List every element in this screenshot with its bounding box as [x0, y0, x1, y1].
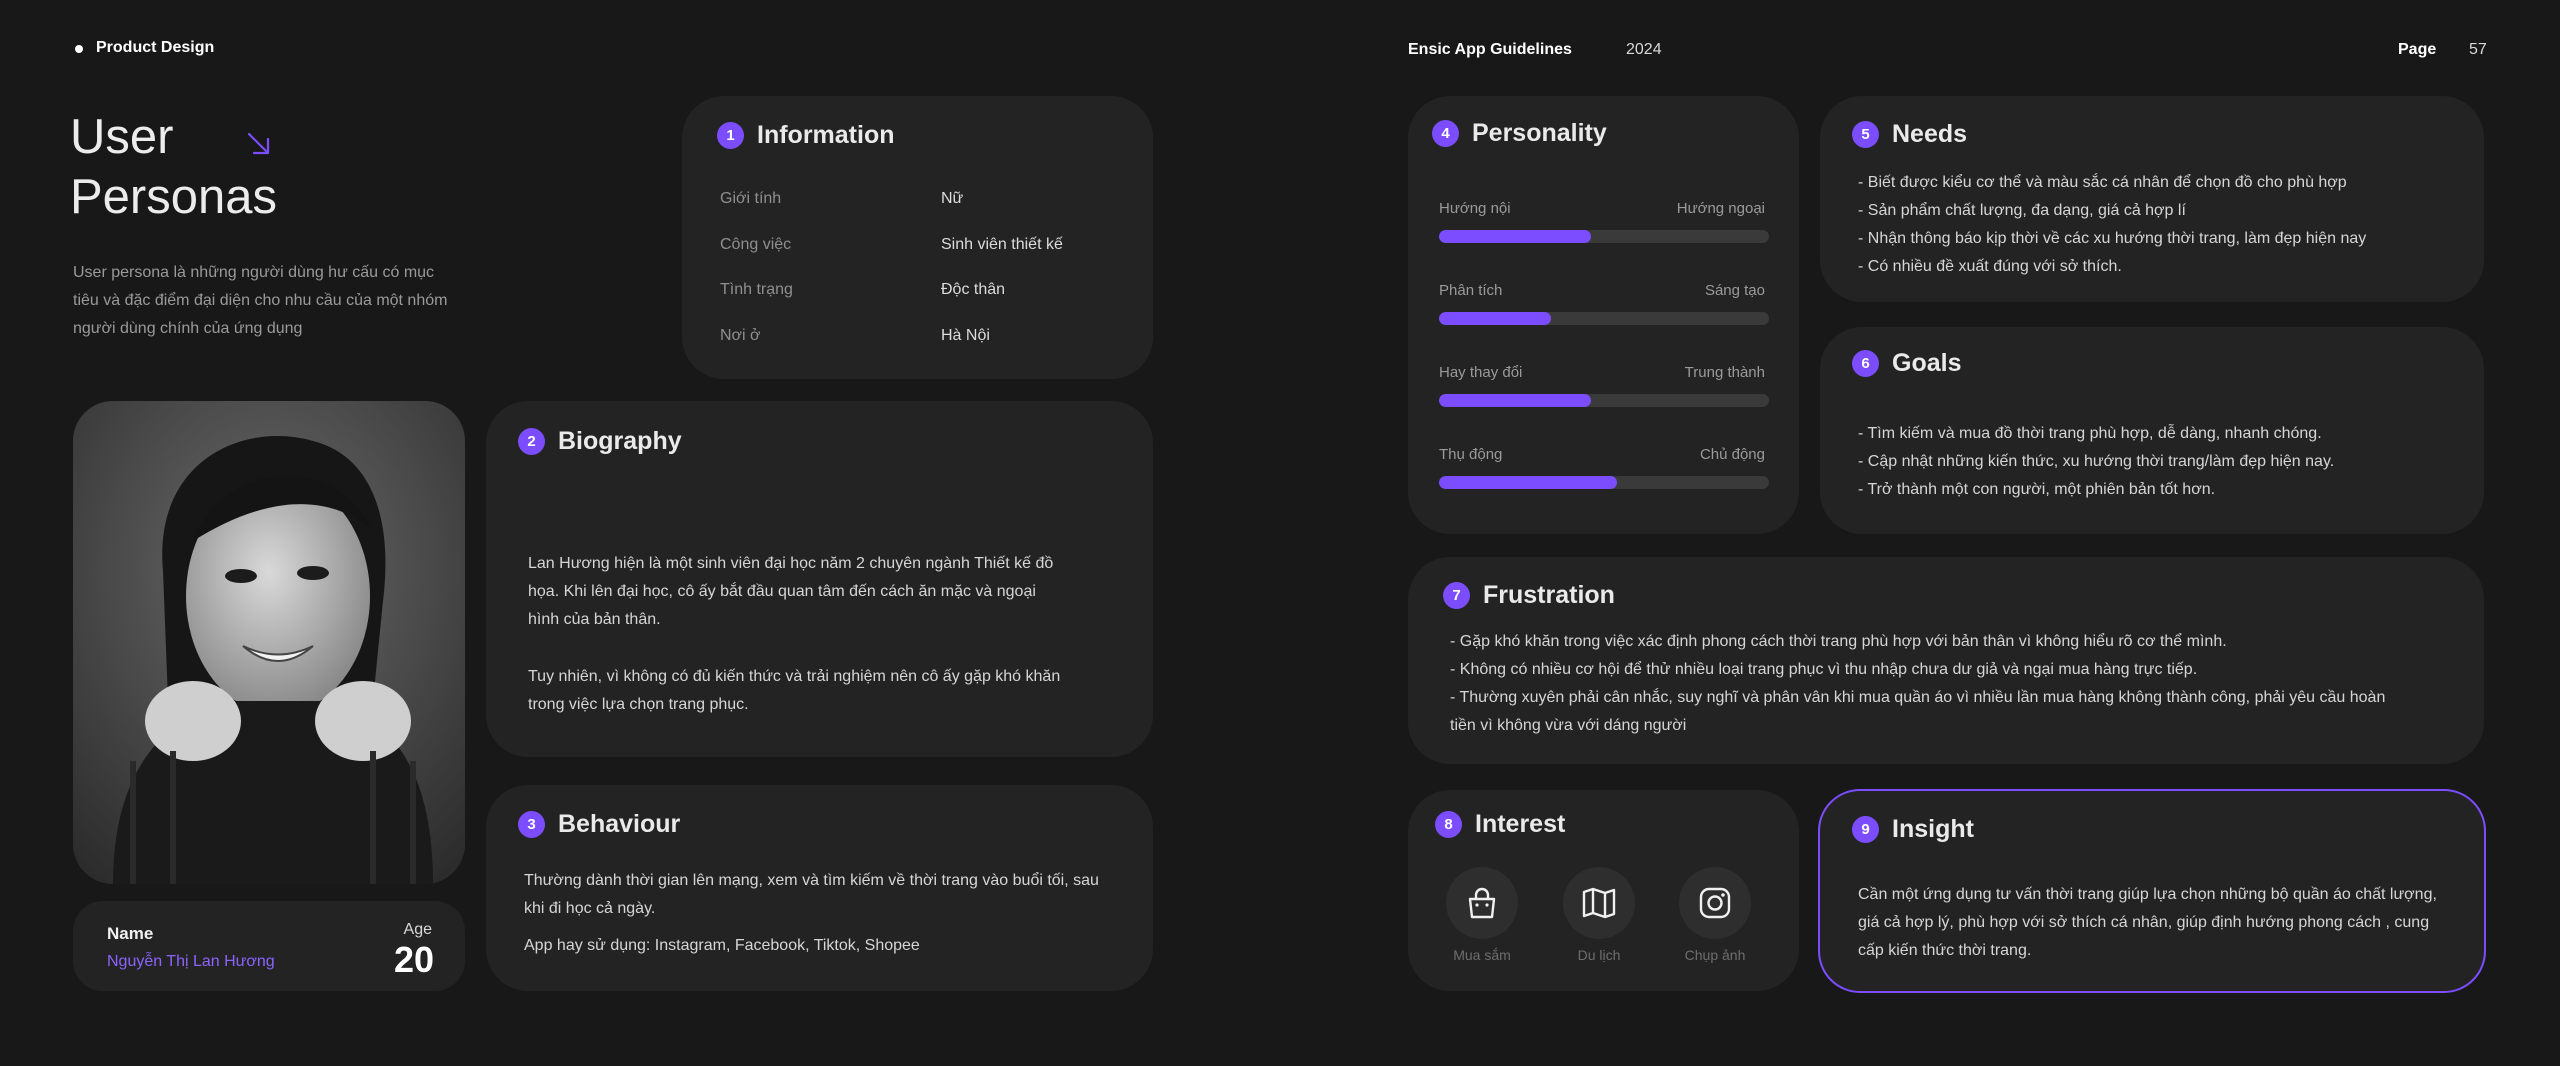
- frustration-item: tiền vì không vừa với dáng người: [1450, 717, 1687, 734]
- trait-slider-fill: [1439, 312, 1552, 325]
- personality-title: Personality: [1472, 119, 1607, 147]
- interest-card: 8 Interest Mua sắm Du lịch Chụp ảnh: [1408, 790, 1799, 991]
- brand-label: Product Design: [96, 39, 215, 56]
- section-number-badge: 5: [1852, 121, 1879, 148]
- trait-slider: [1439, 312, 1769, 325]
- profile-card: Name Nguyễn Thị Lan Hương Age 20: [73, 901, 465, 991]
- page-label: Page: [2398, 41, 2437, 58]
- frustration-item: - Không có nhiều cơ hội để thử nhiều loạ…: [1450, 661, 2198, 678]
- biography-card: 2 Biography Lan Hương hiện là một sinh v…: [486, 401, 1153, 757]
- page-title-line2: Personas: [70, 170, 278, 224]
- behaviour-title: Behaviour: [558, 810, 681, 838]
- goals-item: - Trở thành một con người, một phiên bản…: [1858, 481, 2216, 498]
- frustration-card: 7 Frustration - Gặp khó khăn trong việc …: [1408, 557, 2484, 764]
- trait-right-label: Trung thành: [1684, 364, 1765, 381]
- info-value: Sinh viên thiết kế: [941, 236, 1063, 253]
- section-number-badge: 8: [1435, 811, 1462, 838]
- trait-slider-fill: [1439, 476, 1618, 489]
- information-title: Information: [757, 121, 895, 149]
- trait-left-label: Hay thay đổi: [1439, 364, 1523, 381]
- trait-left-label: Phân tích: [1439, 282, 1503, 299]
- biography-paragraph: Lan Hương hiện là một sinh viên đại học …: [528, 555, 1054, 628]
- section-number-badge: 6: [1852, 350, 1879, 377]
- doc-year: 2024: [1626, 41, 1662, 58]
- interest-label: Mua sắm: [1453, 947, 1511, 963]
- shopping-bag-icon: [1446, 867, 1518, 939]
- behaviour-paragraph: Thường dành thời gian lên mạng, xem và t…: [524, 872, 1099, 917]
- frustration-title: Frustration: [1483, 581, 1615, 609]
- brand-bullet-icon: [75, 45, 83, 53]
- section-number-badge: 4: [1432, 120, 1459, 147]
- personality-card: 4 Personality Hướng nội Hướng ngoại Phân…: [1408, 96, 1799, 534]
- behaviour-apps: App hay sử dụng: Instagram, Facebook, Ti…: [524, 937, 920, 954]
- needs-title: Needs: [1892, 120, 1968, 148]
- section-number-badge: 2: [518, 428, 545, 455]
- needs-item: - Sản phẩm chất lượng, đa dạng, giá cả h…: [1858, 202, 2186, 219]
- goals-item: - Cập nhật những kiến thức, xu hướng thờ…: [1858, 453, 2335, 470]
- section-number-badge: 3: [518, 811, 545, 838]
- persona-photo: [73, 401, 465, 884]
- needs-item: - Biết được kiểu cơ thể và màu sắc cá nh…: [1858, 174, 2347, 191]
- info-label: Công việc: [720, 236, 792, 253]
- interest-title: Interest: [1475, 810, 1566, 838]
- trait-right-label: Hướng ngoại: [1676, 200, 1765, 217]
- info-label: Nơi ở: [720, 327, 761, 344]
- needs-card: 5 Needs - Biết được kiểu cơ thể và màu s…: [1820, 96, 2484, 302]
- behaviour-card: 3 Behaviour Thường dành thời gian lên mạ…: [486, 785, 1153, 991]
- info-label: Tình trạng: [720, 281, 793, 298]
- trait-right-label: Chủ động: [1699, 446, 1765, 463]
- trait-slider: [1439, 394, 1769, 407]
- insight-title: Insight: [1892, 815, 1974, 843]
- frustration-item: - Thường xuyên phải cân nhắc, suy nghĩ v…: [1450, 689, 2386, 706]
- trait-slider: [1439, 230, 1769, 243]
- trait-slider: [1439, 476, 1769, 489]
- age-value: 20: [393, 939, 434, 980]
- needs-item: - Nhận thông báo kịp thời về các xu hướn…: [1858, 230, 2367, 247]
- intro-text: User persona là những người dùng hư cấu …: [73, 264, 448, 337]
- biography-title: Biography: [558, 427, 682, 455]
- insight-text: Cần một ứng dụng tư vấn thời trang giúp …: [1858, 886, 2437, 959]
- interest-label: Du lịch: [1577, 947, 1621, 963]
- info-value: Nữ: [941, 190, 964, 207]
- arrow-down-right-icon: [245, 130, 273, 158]
- section-number-badge: 7: [1443, 582, 1470, 609]
- section-number-badge: 1: [717, 122, 744, 149]
- trait-slider-fill: [1439, 394, 1591, 407]
- goals-item: - Tìm kiếm và mua đồ thời trang phù hợp,…: [1858, 425, 2322, 442]
- frustration-item: - Gặp khó khăn trong việc xác định phong…: [1450, 633, 2227, 650]
- doc-title: Ensic App Guidelines: [1408, 41, 1572, 58]
- page-number: 57: [2469, 41, 2487, 58]
- persona-name: Nguyễn Thị Lan Hương: [107, 953, 275, 970]
- instagram-icon: [1679, 867, 1751, 939]
- biography-paragraph: Tuy nhiên, vì không có đủ kiến thức và t…: [528, 668, 1061, 713]
- section-number-badge: 9: [1852, 816, 1879, 843]
- info-label: Giới tính: [720, 190, 782, 207]
- info-value: Độc thân: [941, 281, 1006, 298]
- needs-item: - Có nhiều đề xuất đúng với sở thích.: [1858, 258, 2122, 275]
- trait-left-label: Thụ động: [1439, 446, 1503, 463]
- map-icon: [1563, 867, 1635, 939]
- name-label: Name: [107, 924, 154, 943]
- trait-right-label: Sáng tạo: [1704, 282, 1765, 299]
- goals-card: 6 Goals - Tìm kiếm và mua đồ thời trang …: [1820, 327, 2484, 534]
- trait-left-label: Hướng nội: [1439, 200, 1511, 217]
- age-label: Age: [403, 921, 432, 938]
- insight-card: 9 Insight Cần một ứng dụng tư vấn thời t…: [1818, 789, 2486, 993]
- interest-label: Chụp ảnh: [1684, 947, 1746, 963]
- goals-title: Goals: [1892, 349, 1962, 377]
- page-title: User Personas: [70, 107, 277, 227]
- info-value: Hà Nội: [941, 327, 990, 344]
- trait-slider-fill: [1439, 230, 1591, 243]
- information-card: 1 Information Giới tính Nữ Công việc Sin…: [682, 96, 1153, 379]
